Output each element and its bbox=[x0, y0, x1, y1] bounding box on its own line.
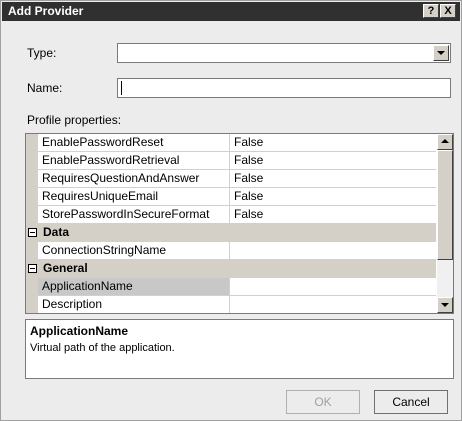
title-bar: Add Provider ? X bbox=[2, 2, 460, 21]
property-name: RequiresQuestionAndAnswer bbox=[38, 170, 230, 187]
property-grid[interactable]: EnablePasswordReset False EnablePasswordRe… bbox=[25, 133, 454, 314]
grid-property-row[interactable]: ApplicationName bbox=[26, 278, 436, 296]
grid-property-row[interactable]: RequiresQuestionAndAnswer False bbox=[26, 170, 436, 188]
name-input[interactable] bbox=[117, 78, 451, 98]
scroll-thumb[interactable] bbox=[437, 150, 453, 260]
close-button[interactable]: X bbox=[440, 4, 456, 18]
type-dropdown-button[interactable] bbox=[433, 45, 449, 61]
property-value[interactable] bbox=[230, 242, 436, 259]
scroll-down-button[interactable] bbox=[437, 297, 453, 313]
property-value[interactable]: False bbox=[230, 188, 436, 205]
name-label: Name: bbox=[27, 81, 63, 95]
arrow-up-icon bbox=[441, 139, 449, 143]
type-combobox[interactable] bbox=[117, 43, 451, 63]
grid-category-row[interactable]: Data bbox=[26, 224, 436, 242]
grid-property-row[interactable]: Description bbox=[26, 296, 436, 313]
description-title: ApplicationName bbox=[30, 324, 129, 338]
grid-property-row[interactable]: EnablePasswordRetrieval False bbox=[26, 152, 436, 170]
grid-property-row[interactable]: RequiresUniqueEmail False bbox=[26, 188, 436, 206]
cancel-button[interactable]: Cancel bbox=[374, 390, 448, 414]
help-button[interactable]: ? bbox=[423, 4, 439, 18]
type-label: Type: bbox=[27, 46, 57, 60]
property-description-panel: ApplicationName Virtual path of the appl… bbox=[25, 319, 454, 379]
property-name: RequiresUniqueEmail bbox=[38, 188, 230, 205]
collapse-minus-icon[interactable] bbox=[28, 228, 37, 237]
text-caret bbox=[121, 81, 122, 95]
property-name: ConnectionStringName bbox=[38, 242, 230, 259]
chevron-down-icon bbox=[437, 51, 445, 55]
category-name: General bbox=[43, 261, 88, 275]
profile-properties-label: Profile properties: bbox=[27, 113, 122, 127]
property-value[interactable] bbox=[230, 296, 436, 313]
grid-property-row[interactable]: ConnectionStringName bbox=[26, 242, 436, 260]
category-name: Data bbox=[43, 225, 70, 239]
property-value[interactable]: False bbox=[230, 170, 436, 187]
property-value[interactable]: False bbox=[230, 206, 436, 223]
property-name: EnablePasswordReset bbox=[38, 134, 230, 151]
add-provider-dialog: Add Provider ? X Type: Name: Profile pro… bbox=[0, 0, 462, 421]
property-value[interactable]: False bbox=[230, 134, 436, 151]
property-name: Description bbox=[38, 296, 230, 313]
ok-button[interactable]: OK bbox=[286, 390, 360, 414]
property-name: EnablePasswordRetrieval bbox=[38, 152, 230, 169]
description-text: Virtual path of the application. bbox=[30, 342, 175, 354]
scroll-up-button[interactable] bbox=[437, 134, 453, 150]
property-name: ApplicationName bbox=[38, 278, 230, 295]
dialog-title: Add Provider bbox=[8, 4, 84, 18]
vertical-scrollbar[interactable] bbox=[437, 134, 453, 313]
arrow-down-icon bbox=[441, 303, 449, 307]
collapse-minus-icon[interactable] bbox=[28, 264, 37, 273]
property-value[interactable] bbox=[230, 278, 436, 295]
grid-property-row[interactable]: EnablePasswordReset False bbox=[26, 134, 436, 152]
property-value[interactable]: False bbox=[230, 152, 436, 169]
grid-category-row[interactable]: General bbox=[26, 260, 436, 278]
grid-property-row[interactable]: StorePasswordInSecureFormat False bbox=[26, 206, 436, 224]
property-name: StorePasswordInSecureFormat bbox=[38, 206, 230, 223]
